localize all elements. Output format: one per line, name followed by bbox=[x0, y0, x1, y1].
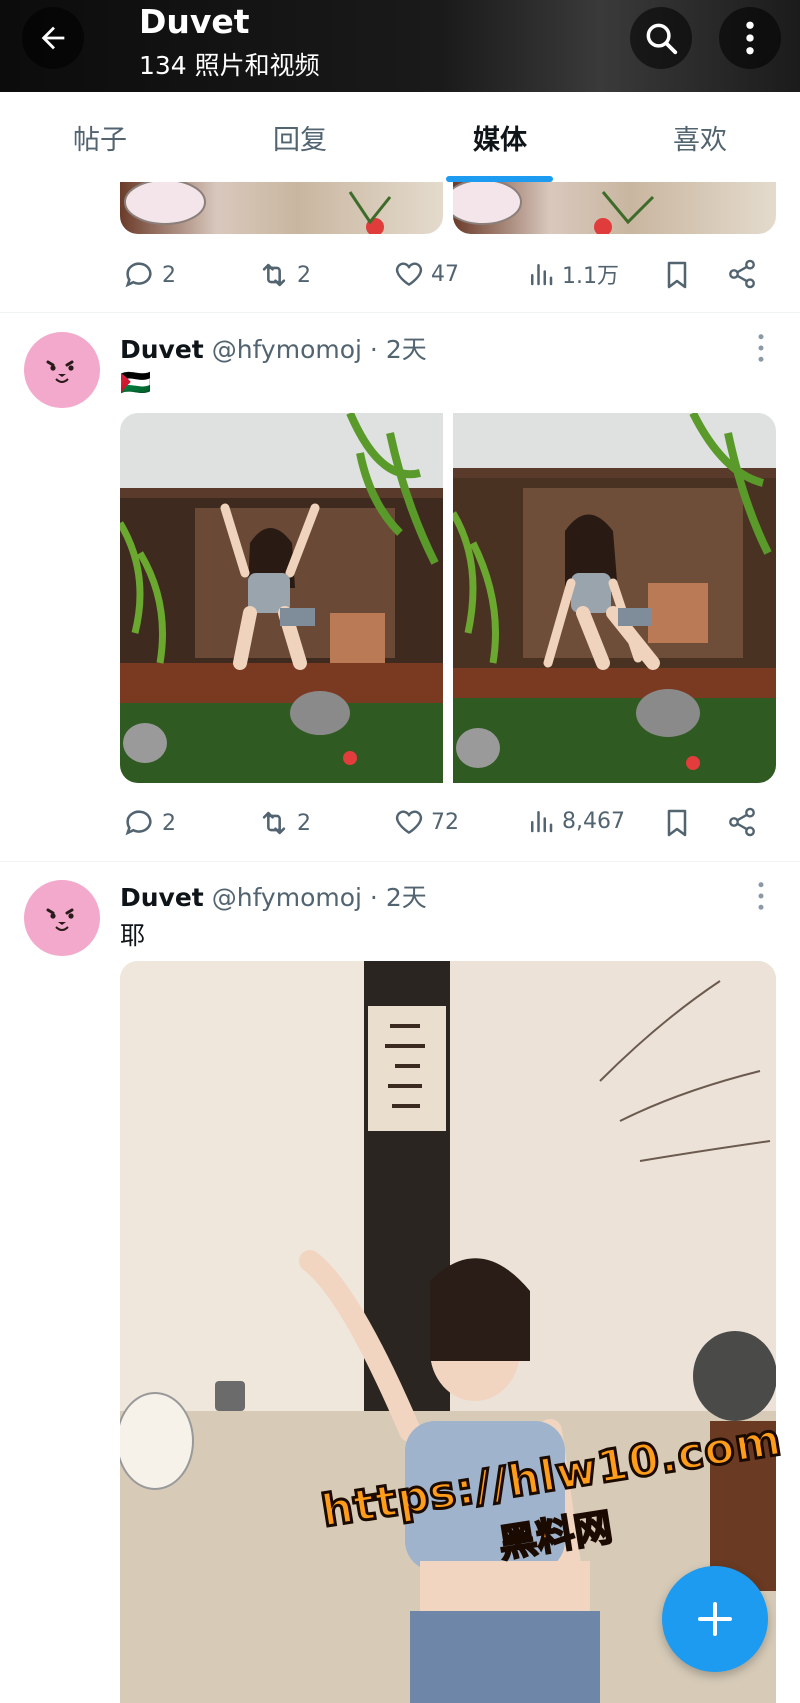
post-media-image[interactable] bbox=[120, 413, 443, 783]
author-handle[interactable]: @hfymomoj bbox=[212, 883, 362, 912]
back-button[interactable] bbox=[22, 7, 84, 69]
repost-count: 2 bbox=[297, 262, 311, 288]
repost-button[interactable]: 2 bbox=[257, 806, 311, 840]
avatar[interactable] bbox=[24, 880, 100, 956]
author-name[interactable]: Duvet bbox=[120, 335, 204, 364]
post-header: Duvet @hfymomoj · 2天 bbox=[120, 878, 427, 914]
repost-count: 2 bbox=[297, 810, 311, 836]
reply-icon bbox=[125, 262, 152, 288]
share-icon bbox=[729, 807, 755, 837]
author-handle[interactable]: @hfymomoj bbox=[212, 335, 362, 364]
post-header: Duvet @hfymomoj · 2天 bbox=[120, 330, 427, 366]
like-count: 47 bbox=[431, 261, 459, 287]
post-media-image[interactable] bbox=[120, 182, 443, 234]
bookmark-button[interactable] bbox=[661, 806, 693, 840]
bookmark-icon bbox=[667, 261, 687, 289]
media-image bbox=[453, 413, 776, 783]
more-options-button[interactable] bbox=[719, 7, 781, 69]
reply-button[interactable]: 2 bbox=[122, 258, 176, 292]
post-text: 耶 bbox=[120, 921, 146, 950]
view-count: 1.1万 bbox=[562, 264, 619, 289]
bunny-face-icon bbox=[46, 908, 74, 931]
view-count: 8,467 bbox=[562, 808, 625, 834]
repost-button[interactable]: 2 bbox=[257, 258, 311, 292]
views-button[interactable]: 1.1万 bbox=[526, 258, 619, 290]
post-media-image[interactable] bbox=[453, 182, 776, 234]
more-vertical-icon bbox=[746, 21, 754, 55]
bar-chart-icon bbox=[531, 811, 553, 833]
post-divider bbox=[0, 312, 800, 313]
tab-media[interactable]: 媒体 bbox=[400, 92, 600, 182]
views-button[interactable]: 8,467 bbox=[526, 806, 625, 836]
heart-icon bbox=[395, 810, 423, 834]
post-media-image[interactable] bbox=[453, 413, 776, 783]
post-time: · 2天 bbox=[369, 335, 427, 364]
tab-replies[interactable]: 回复 bbox=[200, 92, 400, 182]
media-image bbox=[124, 182, 392, 234]
profile-header: Duvet 134 照片和视频 bbox=[0, 0, 800, 92]
share-button[interactable] bbox=[726, 258, 758, 290]
post-more-icon[interactable] bbox=[753, 881, 769, 911]
search-icon bbox=[646, 23, 678, 55]
heart-icon bbox=[395, 262, 423, 286]
like-count: 72 bbox=[431, 809, 459, 835]
avatar[interactable] bbox=[24, 332, 100, 408]
post-time: · 2天 bbox=[369, 883, 427, 912]
bunny-face-icon bbox=[46, 360, 74, 383]
tab-posts[interactable]: 帖子 bbox=[0, 92, 200, 182]
bookmark-icon bbox=[667, 809, 687, 837]
media-image bbox=[120, 413, 443, 783]
post-more-icon[interactable] bbox=[753, 333, 769, 363]
reply-button[interactable]: 2 bbox=[122, 806, 176, 840]
reply-count: 2 bbox=[162, 810, 176, 836]
post-text: 🇵🇸 bbox=[120, 368, 152, 397]
author-name[interactable]: Duvet bbox=[120, 883, 204, 912]
media-image bbox=[453, 182, 655, 234]
profile-name: Duvet bbox=[139, 2, 250, 41]
compose-button[interactable] bbox=[662, 1566, 768, 1672]
arrow-left-icon bbox=[41, 26, 65, 50]
reply-count: 2 bbox=[162, 262, 176, 288]
search-button[interactable] bbox=[630, 7, 692, 69]
bookmark-button[interactable] bbox=[661, 258, 693, 292]
share-button[interactable] bbox=[726, 806, 758, 838]
reply-icon bbox=[125, 810, 152, 836]
media-count: 134 照片和视频 bbox=[139, 51, 320, 80]
repost-icon bbox=[262, 263, 286, 287]
bar-chart-icon bbox=[531, 264, 553, 286]
repost-icon bbox=[262, 811, 286, 835]
like-button[interactable]: 72 bbox=[393, 806, 459, 838]
profile-tabs: 帖子 回复 媒体 喜欢 bbox=[0, 92, 800, 182]
post-divider bbox=[0, 861, 800, 862]
like-button[interactable]: 47 bbox=[393, 258, 459, 290]
plus-icon bbox=[698, 1602, 732, 1636]
tab-likes[interactable]: 喜欢 bbox=[600, 92, 800, 182]
share-icon bbox=[729, 259, 755, 289]
